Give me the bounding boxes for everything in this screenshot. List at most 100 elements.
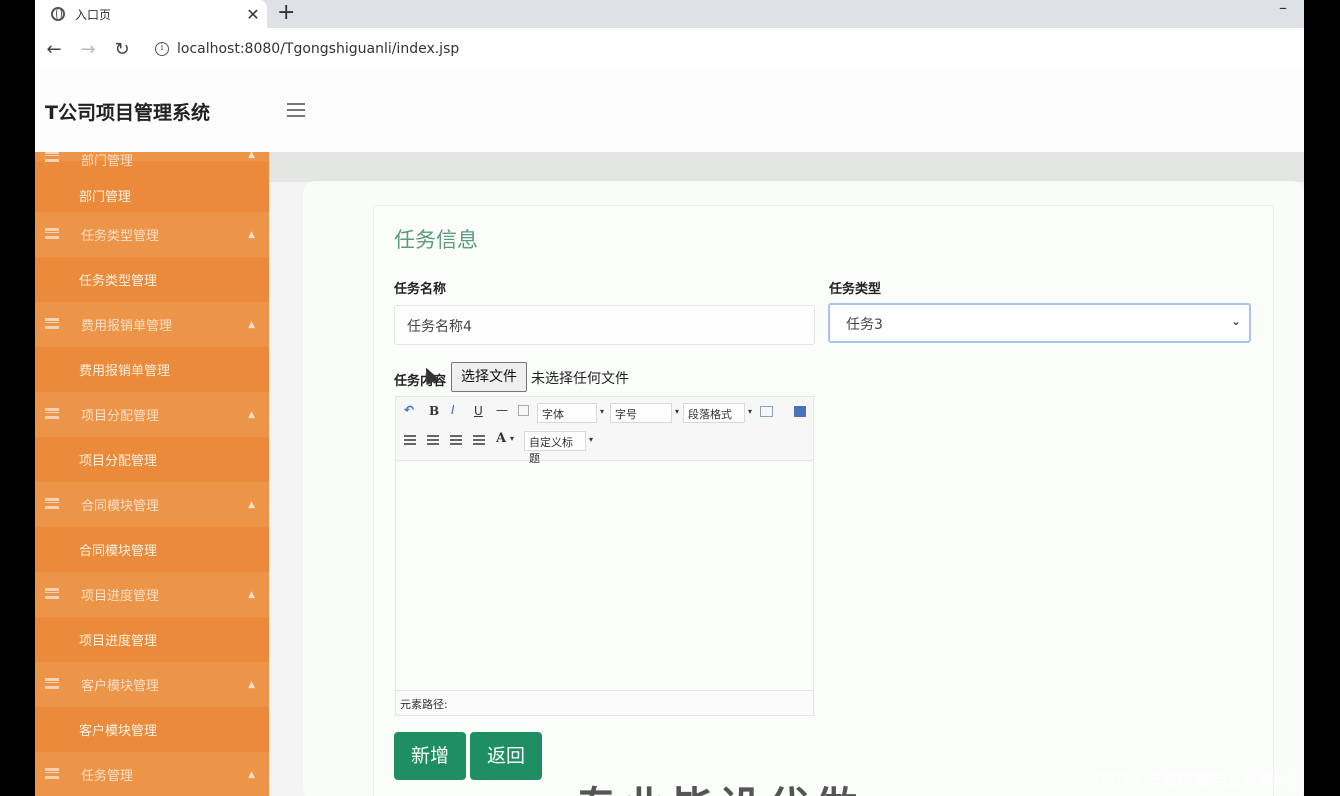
browser-tab[interactable]: 入口页 ✕ (35, 0, 267, 28)
paragraph-format-value: 段落格式 (688, 408, 732, 421)
sidebar-item-department[interactable]: 部门管理 (35, 178, 269, 212)
align-left-icon[interactable] (404, 435, 416, 445)
sidebar-item-customer[interactable]: 客户模块管理 (35, 707, 269, 752)
choose-file-button[interactable]: 选择文件 (451, 362, 527, 392)
italic-button[interactable]: I (451, 403, 455, 417)
task-type-value: 任务3 (846, 317, 883, 333)
add-button[interactable]: 新增 (394, 732, 466, 780)
sidebar-group-label: 项目分配管理 (81, 409, 160, 424)
rich-text-editor: ↶ B I U — 字体 ▾ 字号 ▾ 段落格式 ▾ A ▾ 自定义标题 ▾ 元素路径: (395, 396, 814, 716)
back-button[interactable]: ← (39, 39, 69, 60)
menu-toggle-icon[interactable] (287, 103, 305, 117)
sidebar-group-label: 任务类型管理 (81, 229, 160, 244)
globe-icon (51, 7, 65, 21)
form-title: 任务信息 (394, 228, 478, 252)
table-icon (45, 768, 59, 779)
sidebar-group-task-type[interactable]: 任务类型管理 ▲ (35, 212, 269, 257)
app-header: T公司项目管理系统 (35, 70, 1304, 152)
sidebar-group-progress[interactable]: 项目进度管理 ▲ (35, 572, 269, 617)
sidebar-group-task[interactable]: 任务管理 ▲ (35, 752, 269, 796)
close-tab-icon[interactable]: ✕ (239, 5, 267, 24)
chevron-down-icon: ▾ (599, 407, 604, 416)
table-icon (45, 152, 59, 162)
table-icon (45, 318, 59, 329)
file-status-text: 未选择任何文件 (531, 371, 629, 387)
align-right-icon[interactable] (427, 435, 439, 445)
font-family-value: 字体 (542, 408, 564, 421)
chevron-down-icon: ▾ (510, 434, 515, 443)
tab-bar: 入口页 ✕ + – (35, 0, 1304, 28)
tab-title: 入口页 (75, 7, 112, 22)
custom-title-value: 自定义标题 (529, 436, 573, 465)
chevron-up-icon: ▲ (248, 319, 255, 330)
sidebar-item-progress[interactable]: 项目进度管理 (35, 617, 269, 662)
sidebar-group-label: 任务管理 (81, 769, 134, 784)
sidebar-group-label: 部门管理 (81, 154, 134, 169)
task-type-label: 任务类型 (829, 282, 882, 297)
chevron-down-icon: ▾ (747, 407, 752, 416)
chevron-down-icon: ▾ (588, 435, 593, 444)
sidebar-group-label: 项目进度管理 (81, 589, 160, 604)
url-field[interactable]: localhost:8080/Tgongshiguanli/index.jsp (177, 41, 459, 57)
sidebar-group-label: 客户模块管理 (81, 679, 160, 694)
sidebar-group-contract[interactable]: 合同模块管理 ▲ (35, 482, 269, 527)
reload-button[interactable]: ↻ (107, 39, 137, 60)
table-icon (45, 588, 59, 599)
table-icon (45, 678, 59, 689)
sidebar-item-expense[interactable]: 费用报销单管理 (35, 347, 269, 392)
paragraph-format-select[interactable]: 段落格式 ▾ (683, 403, 752, 423)
font-color-button[interactable]: A (496, 431, 506, 446)
address-bar: ← → ↻ i localhost:8080/Tgongshiguanli/in… (35, 28, 1304, 70)
chevron-up-icon: ▲ (248, 409, 255, 420)
sidebar-item-task-type[interactable]: 任务类型管理 (35, 257, 269, 302)
undo-icon[interactable]: ↶ (404, 403, 414, 417)
fullscreen-icon[interactable] (794, 406, 806, 417)
chevron-up-icon: ▲ (248, 229, 255, 240)
underline-button[interactable]: U (474, 404, 483, 418)
overlay-watermark-text: 专业毕设代做 (575, 774, 863, 796)
chevron-up-icon: ▲ (248, 679, 255, 690)
chevron-up-icon: ▲ (248, 499, 255, 510)
chevron-down-icon: ⌄ (1230, 314, 1241, 328)
table-icon (45, 498, 59, 509)
forward-button[interactable]: → (73, 39, 103, 60)
minimize-button[interactable]: – (1279, 0, 1287, 17)
sidebar-group-label: 费用报销单管理 (81, 319, 173, 334)
sidebar-group-expense[interactable]: 费用报销单管理 ▲ (35, 302, 269, 347)
chevron-up-icon: ▲ (248, 152, 255, 160)
table-icon (45, 228, 59, 239)
sidebar-group-assignment[interactable]: 项目分配管理 ▲ (35, 392, 269, 437)
sidebar-item-contract[interactable]: 合同模块管理 (35, 527, 269, 572)
browser-window: 入口页 ✕ + – ← → ↻ i localhost:8080/Tgongsh… (35, 0, 1304, 796)
font-size-select[interactable]: 字号 ▾ (610, 403, 679, 423)
sidebar-group-customer[interactable]: 客户模块管理 ▲ (35, 662, 269, 707)
align-center-icon[interactable] (450, 435, 462, 445)
font-family-select[interactable]: 字体 ▾ (537, 403, 604, 423)
table-icon (45, 408, 59, 419)
sidebar-group-department[interactable]: 部门管理 ▲ (35, 152, 269, 169)
task-type-select[interactable]: 任务3 ⌄ (828, 303, 1251, 343)
chevron-up-icon: ▲ (248, 589, 255, 600)
task-name-input[interactable]: 任务名称4 (394, 305, 815, 345)
content-header-shadow (269, 152, 1304, 182)
task-name-label: 任务名称 (394, 282, 447, 297)
app-title: T公司项目管理系统 (45, 102, 210, 124)
editor-toolbar: ↶ B I U — 字体 ▾ 字号 ▾ 段落格式 ▾ A ▾ 自定义标题 ▾ (396, 397, 813, 465)
align-justify-icon[interactable] (473, 435, 485, 445)
chevron-up-icon: ▲ (248, 769, 255, 780)
back-button-form[interactable]: 返回 (470, 732, 542, 780)
sidebar-group-label: 合同模块管理 (81, 499, 160, 514)
csdn-watermark: CSDN @程序猿毕业分享网 (1095, 770, 1290, 789)
element-path: 元素路径: (396, 690, 813, 714)
sidebar-item-assignment[interactable]: 项目分配管理 (35, 437, 269, 482)
custom-title-select[interactable]: 自定义标题 ▾ (524, 431, 593, 465)
chevron-down-icon: ▾ (674, 407, 679, 416)
editor-body[interactable] (396, 461, 813, 690)
horizontal-rule-button[interactable]: — (496, 403, 508, 417)
bold-button[interactable]: B (429, 404, 439, 418)
site-info-icon[interactable]: i (155, 42, 169, 56)
eraser-icon[interactable] (518, 405, 529, 416)
table-insert-icon[interactable] (760, 406, 773, 417)
sidebar: 部门管理 ▲ 部门管理 任务类型管理 ▲ 任务类型管理 费用报销单管理 ▲ 费用… (35, 152, 269, 796)
new-tab-button[interactable]: + (277, 2, 295, 24)
